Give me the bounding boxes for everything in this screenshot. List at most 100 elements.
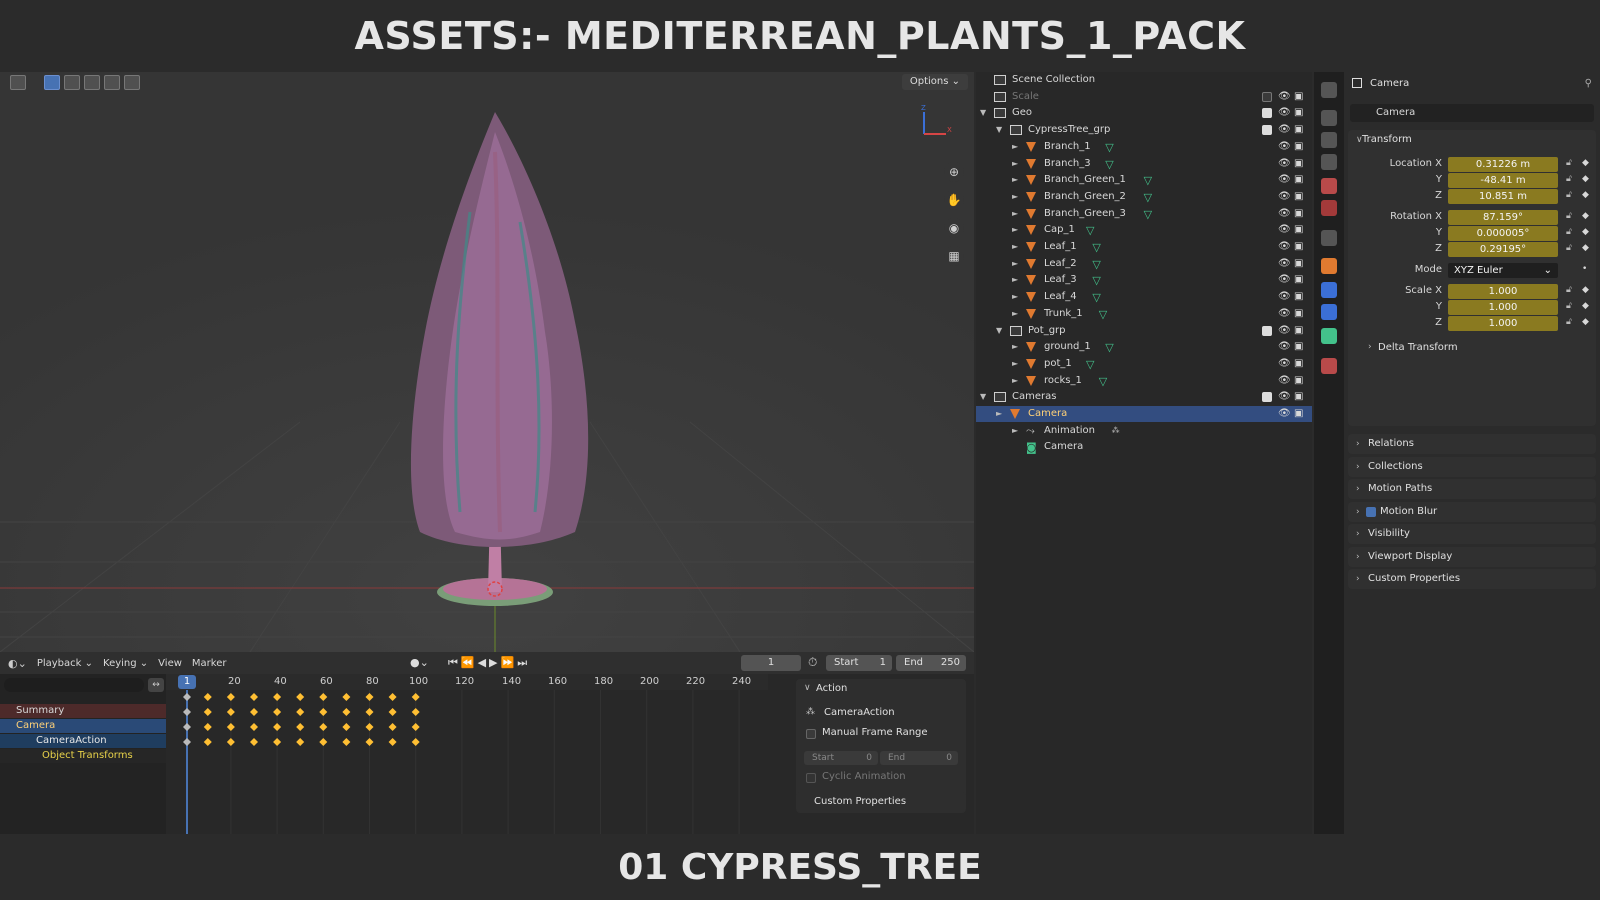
outliner-row[interactable]: ► Leaf_1 ▽ 👁︎ ▣ <box>976 239 1312 255</box>
expand-arrow-right-icon[interactable]: ► <box>1012 172 1018 188</box>
chevron-right-icon[interactable]: › <box>1356 479 1360 499</box>
location-z-field[interactable]: 10.851 m <box>1448 189 1558 204</box>
keyframe-diamond[interactable] <box>203 723 212 731</box>
keyframe-diamond[interactable] <box>342 723 351 731</box>
action-name[interactable]: CameraAction <box>824 707 895 718</box>
outliner-row[interactable]: ► Cap_1 ▽ 👁︎ ▣ <box>976 222 1312 238</box>
output-tab-icon[interactable] <box>1321 132 1337 148</box>
chevron-right-icon[interactable]: › <box>1368 342 1372 352</box>
eye-icon[interactable]: 👁︎ <box>1278 323 1291 339</box>
action-icon[interactable]: ⁂ <box>1112 423 1120 439</box>
keyframe-diamond[interactable] <box>411 723 420 731</box>
keyframe-diamond[interactable] <box>249 738 258 746</box>
keyframe-diamond[interactable] <box>203 708 212 716</box>
keyframe-diamond[interactable] <box>365 708 374 716</box>
eye-icon[interactable]: 👁︎ <box>1278 156 1291 172</box>
render-camera-icon[interactable]: ▣ <box>1294 206 1303 222</box>
expand-arrow-down-icon[interactable]: ▼ <box>980 389 986 405</box>
exclude-checkbox[interactable] <box>1262 325 1272 336</box>
mesh-data-icon[interactable]: ▽ <box>1099 374 1107 390</box>
mesh-data-icon[interactable]: ▽ <box>1092 240 1100 256</box>
expand-arrow-right-icon[interactable]: ► <box>1012 222 1018 238</box>
mesh-data-icon[interactable]: ▽ <box>1092 257 1100 273</box>
playback-controls[interactable]: ⏮⏪◀▶⏩⏭ <box>448 656 530 670</box>
keyframe-diamond[interactable] <box>296 723 305 731</box>
outliner-row[interactable]: ▼ CypressTree_grp 👁︎ ▣ <box>976 122 1312 138</box>
keyframe-diamond[interactable] <box>388 723 397 731</box>
mesh-data-icon[interactable]: ▽ <box>1092 290 1100 306</box>
render-camera-icon[interactable]: ▣ <box>1294 272 1303 288</box>
exclude-checkbox[interactable] <box>1262 125 1272 136</box>
eye-icon[interactable]: 👁︎ <box>1278 272 1291 288</box>
current-frame-indicator[interactable]: 1 <box>178 675 196 689</box>
action-start-field[interactable]: Start 0 <box>804 751 878 765</box>
expand-arrow-down-icon[interactable]: ▼ <box>980 105 986 121</box>
render-camera-icon[interactable]: ▣ <box>1294 172 1303 188</box>
render-camera-icon[interactable]: ▣ <box>1294 139 1303 155</box>
current-frame-field[interactable]: 1 <box>741 655 801 671</box>
keyframe-diamond[interactable] <box>273 693 282 701</box>
rotation-mode-select[interactable]: XYZ Euler ⌄ <box>1448 263 1558 278</box>
axis-gizmo-icon[interactable]: Z X <box>914 102 954 142</box>
keyframe-diamond[interactable] <box>226 708 235 716</box>
lock-icon[interactable]: 🔓︎ <box>1566 190 1572 200</box>
collection-tab-icon[interactable] <box>1321 230 1337 246</box>
panel-visibility[interactable]: › Visibility <box>1348 524 1596 544</box>
chevron-right-icon[interactable]: › <box>1356 524 1360 544</box>
expand-arrow-right-icon[interactable]: ► <box>1012 272 1018 288</box>
mesh-data-icon[interactable]: ▽ <box>1092 273 1100 289</box>
texture-tab-icon[interactable] <box>1321 358 1337 374</box>
keyframe-diamond[interactable] <box>296 708 305 716</box>
select-new-icon[interactable] <box>44 74 60 90</box>
swap-icon[interactable]: ↔ <box>148 678 164 692</box>
keyframe-diamond[interactable] <box>319 693 328 701</box>
keyframe-diamond[interactable] <box>249 708 258 716</box>
chevron-right-icon[interactable]: › <box>1356 502 1360 522</box>
keyframe-area[interactable] <box>166 690 768 834</box>
exclude-checkbox[interactable] <box>1262 91 1272 102</box>
expand-arrow-right-icon[interactable]: ► <box>1012 373 1018 389</box>
camera-data-tab-icon[interactable] <box>1321 328 1337 344</box>
transform-header[interactable]: Transform <box>1362 130 1412 150</box>
outliner-row[interactable]: ► Branch_Green_3 ▽ 👁︎ ▣ <box>976 206 1312 222</box>
panel-motion-paths[interactable]: › Motion Paths <box>1348 479 1596 499</box>
keyframe-diamond[interactable] <box>411 738 420 746</box>
outliner-row[interactable]: ► Branch_3 ▽ 👁︎ ▣ <box>976 156 1312 172</box>
keyframe-diamond[interactable] <box>342 708 351 716</box>
render-camera-icon[interactable]: ▣ <box>1294 306 1303 322</box>
lock-icon[interactable]: 🔓︎ <box>1566 301 1572 311</box>
eye-icon[interactable]: 👁︎ <box>1278 306 1291 322</box>
eye-icon[interactable]: 👁︎ <box>1278 239 1291 255</box>
keyframe-diamond[interactable] <box>342 738 351 746</box>
menu-marker[interactable]: Marker <box>192 658 227 669</box>
action-end-field[interactable]: End 0 <box>880 751 958 765</box>
exclude-checkbox[interactable] <box>1262 392 1272 403</box>
render-camera-icon[interactable]: ▣ <box>1294 356 1303 372</box>
keyframe-diamond[interactable] <box>319 723 328 731</box>
keyframe-diamond[interactable] <box>183 708 191 716</box>
expand-arrow-down-icon[interactable]: ▼ <box>996 122 1002 138</box>
exclude-checkbox[interactable] <box>1262 108 1272 119</box>
eye-icon[interactable]: 👁︎ <box>1278 172 1291 188</box>
select-extend-icon[interactable] <box>64 74 80 90</box>
perspective-grid-icon[interactable]: ▦ <box>944 246 964 266</box>
render-camera-icon[interactable]: ▣ <box>1294 256 1303 272</box>
chevron-right-icon[interactable]: › <box>1356 434 1360 454</box>
expand-arrow-right-icon[interactable]: ► <box>1012 289 1018 305</box>
eye-icon[interactable]: 👁︎ <box>1278 105 1291 121</box>
keyframe-diamond[interactable] <box>183 693 191 701</box>
action-panel-header[interactable]: Action <box>816 683 847 694</box>
eye-icon[interactable]: 👁︎ <box>1278 373 1291 389</box>
keyframe-icon[interactable]: ◆ <box>1582 190 1589 200</box>
scene-tab-icon[interactable] <box>1321 178 1337 194</box>
options-dropdown[interactable]: Options ⌄ <box>901 74 968 90</box>
outliner-row[interactable]: ► rocks_1 ▽ 👁︎ ▣ <box>976 373 1312 389</box>
eye-icon[interactable]: 👁︎ <box>1278 189 1291 205</box>
end-frame-field[interactable]: End 250 <box>896 655 966 671</box>
menu-view[interactable]: View <box>158 658 182 669</box>
eye-icon[interactable]: 👁︎ <box>1278 339 1291 355</box>
tool-tab-icon[interactable] <box>1321 82 1337 98</box>
keyframe-diamond[interactable] <box>411 693 420 701</box>
expand-arrow-right-icon[interactable]: ► <box>1012 156 1018 172</box>
outliner-row[interactable]: ► ⤳ Animation ⁂ <box>976 423 1312 439</box>
